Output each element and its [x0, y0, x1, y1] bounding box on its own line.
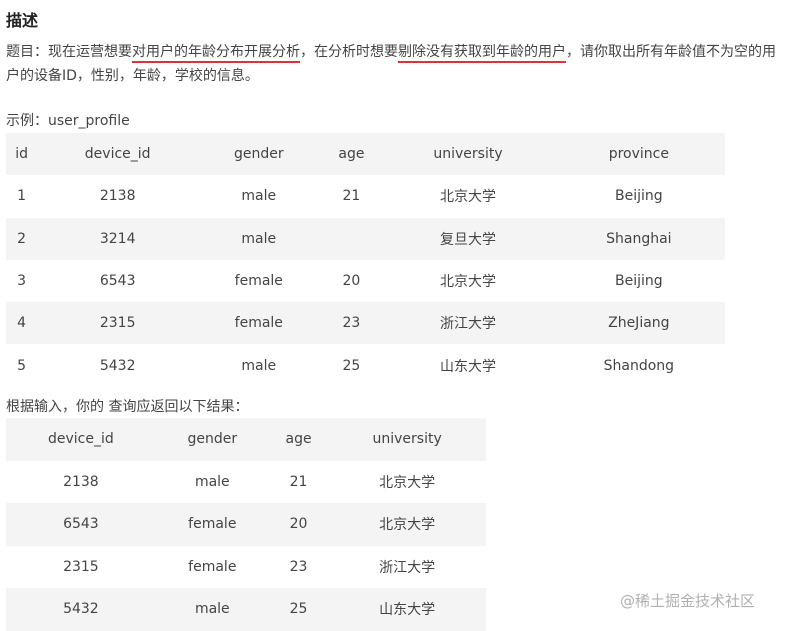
result-table: device_id gender age university 2138 mal… [6, 418, 486, 631]
header-university: university [372, 431, 442, 448]
header-device-id: device_id [84, 146, 151, 163]
cell-device-id: 2138 [63, 473, 99, 490]
desc-underlined-2: 剔除没有获取到年龄的用户 [398, 44, 566, 60]
cell-device-id: 5432 [63, 601, 99, 618]
table-row: 1 2138 male 21 北京大学 Beijing [6, 175, 725, 218]
cell-university: 北京大学 [379, 474, 436, 491]
cell-age [320, 218, 384, 260]
table-row: 2315 female 23 浙江大学 [6, 545, 486, 588]
cell-university: 北京大学 [439, 274, 496, 291]
cell-device-id: 3214 [99, 230, 136, 247]
header-gender: gender [233, 146, 284, 163]
cell-gender: female [234, 315, 283, 332]
cell-age: 20 [289, 516, 308, 533]
cell-age: 25 [289, 601, 308, 618]
desc-underlined-1: 对用户的年龄分布开展分析 [132, 44, 300, 60]
cell-age: 21 [342, 188, 361, 205]
header-id: id [15, 146, 29, 163]
cell-province: Beijing [615, 188, 663, 205]
cell-device-id: 6543 [99, 273, 136, 290]
cell-university: 浙江大学 [379, 559, 436, 576]
cell-id: 4 [17, 315, 27, 332]
cell-gender: male [241, 357, 277, 374]
cell-province: Shandong [603, 357, 675, 374]
cell-id: 5 [17, 357, 27, 374]
header-gender: gender [187, 431, 238, 448]
cell-age: 23 [289, 558, 308, 575]
table-row: 2138 male 21 北京大学 [6, 460, 486, 503]
cell-device-id: 2315 [63, 558, 99, 575]
cell-gender: female [188, 516, 237, 533]
cell-age: 20 [342, 273, 361, 290]
cell-id: 3 [17, 273, 27, 290]
table-row: 5 5432 male 25 山东大学 Shandong [6, 344, 725, 387]
cell-device-id: 2138 [99, 188, 136, 205]
cell-gender: male [241, 188, 277, 205]
header-age: age [338, 146, 365, 163]
result-label: 根据输入，你的 查询应返回以下结果： [6, 399, 249, 415]
desc-text-2: ，在分析时想要 [300, 44, 398, 60]
cell-gender: male [194, 601, 230, 618]
cell-university: 山东大学 [439, 358, 496, 375]
cell-id: 2 [17, 230, 27, 247]
cell-university: 复旦大学 [439, 231, 496, 248]
section-heading: 描述 [6, 11, 39, 30]
table-row: 6543 female 20 北京大学 [6, 503, 486, 546]
cell-device-id: 6543 [63, 516, 99, 533]
problem-description: 题目：现在运营想要对用户的年龄分布开展分析，在分析时想要剔除没有获取到年龄的用户… [6, 40, 784, 88]
cell-university: 北京大学 [439, 189, 496, 206]
table-row: 3 6543 female 20 北京大学 Beijing [6, 259, 725, 303]
header-province: province [608, 146, 669, 163]
desc-text-1: 题目：现在运营想要 [6, 44, 132, 60]
cell-university: 山东大学 [379, 602, 436, 619]
header-age: age [285, 431, 312, 448]
cell-id: 1 [17, 188, 27, 205]
table-row: 4 2315 female 23 浙江大学 ZheJiang [6, 302, 725, 345]
cell-device-id: 5432 [99, 357, 136, 374]
cell-gender: female [234, 273, 283, 290]
cell-device-id: 2315 [99, 315, 136, 332]
cell-age: 23 [342, 315, 361, 332]
cell-gender: male [194, 473, 230, 490]
cell-gender: female [188, 558, 237, 575]
watermark: @稀土掘金技术社区 [620, 592, 756, 610]
table-row: 2 3214 male 复旦大学 Shanghai [6, 217, 725, 260]
user-profile-table: id device_id gender age university provi… [6, 133, 725, 387]
header-device-id: device_id [48, 431, 114, 448]
cell-age: 25 [342, 357, 361, 374]
table-header-row: device_id gender age university [6, 418, 486, 461]
cell-province: Shanghai [606, 230, 672, 247]
cell-province: Beijing [615, 273, 663, 290]
cell-province: ZheJiang [608, 315, 670, 332]
cell-university: 北京大学 [379, 517, 436, 534]
table-header-row: id device_id gender age university provi… [6, 133, 725, 176]
table-row: 5432 male 25 山东大学 [6, 588, 486, 631]
header-university: university [433, 146, 503, 163]
cell-gender: male [241, 230, 277, 247]
cell-university: 浙江大学 [439, 316, 496, 333]
cell-age: 21 [289, 473, 308, 490]
example-label: 示例：user_profile [6, 113, 130, 129]
